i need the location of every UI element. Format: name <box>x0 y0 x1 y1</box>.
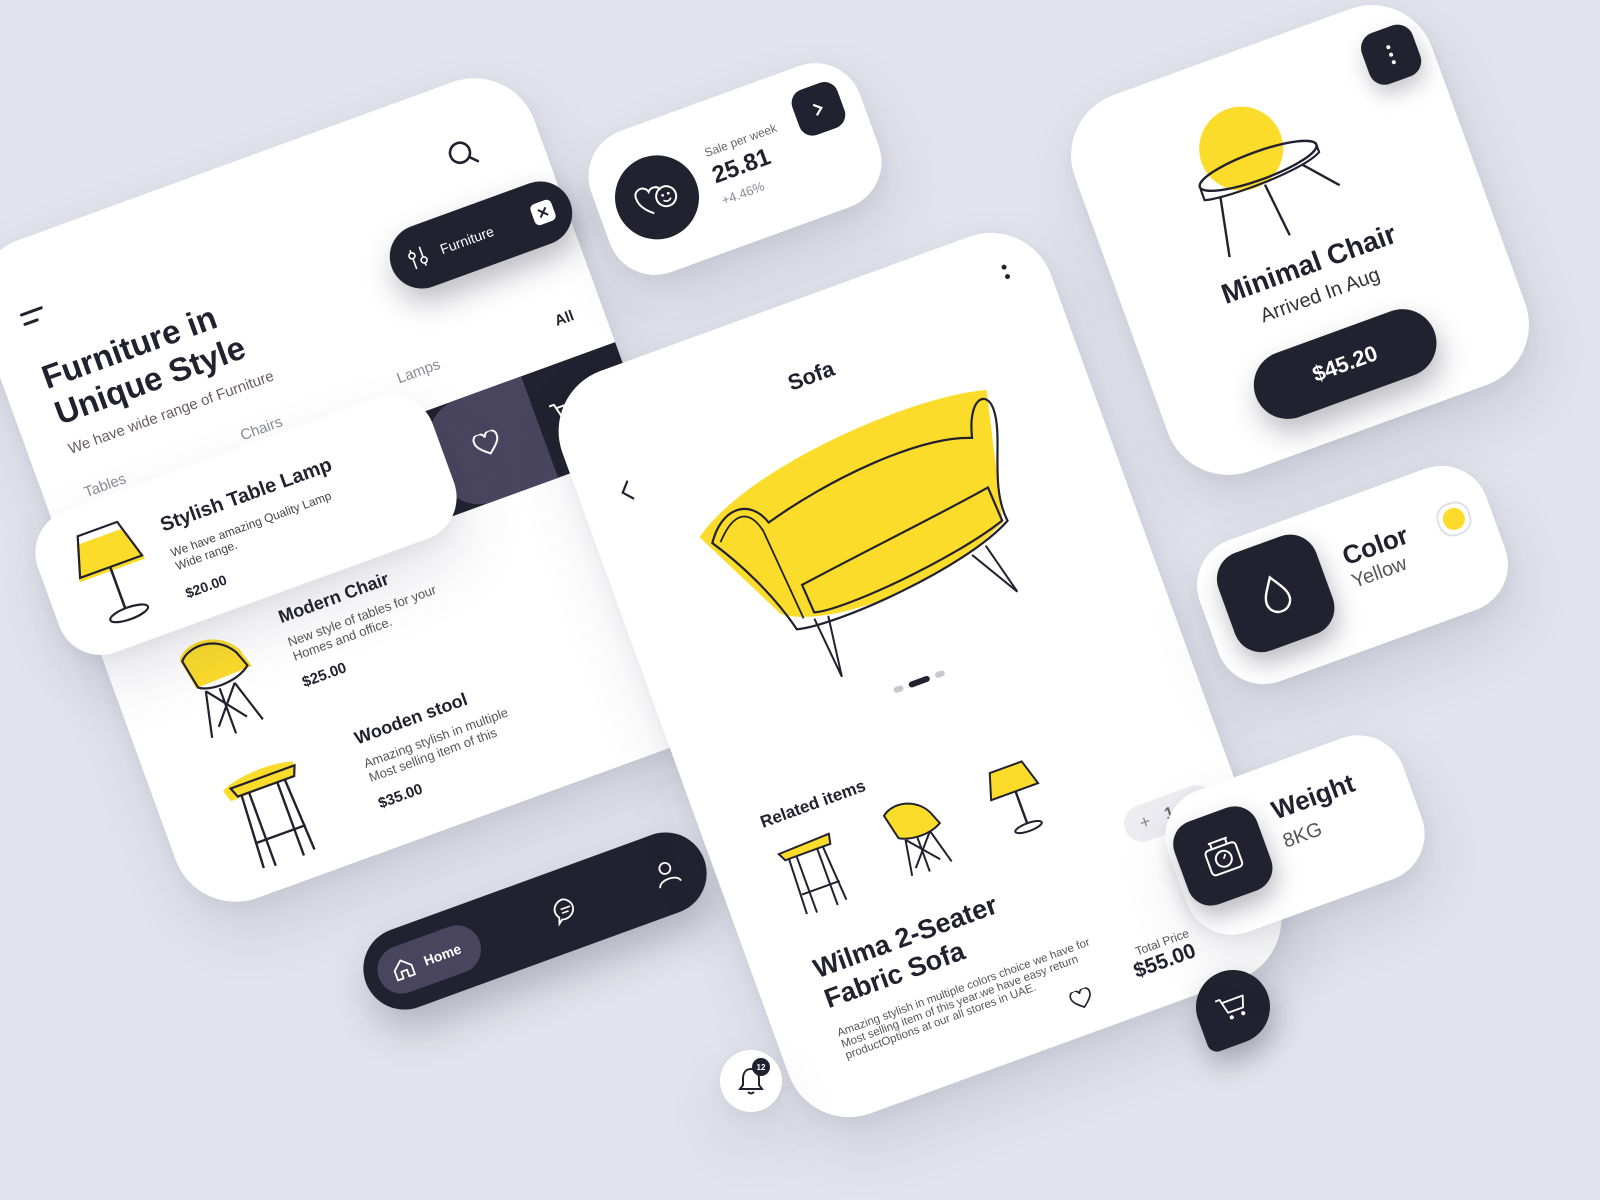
minimal-chair-card: Minimal Chair Arrived In Aug $45.20 <box>1053 0 1547 493</box>
notification-count: 12 <box>756 1062 766 1072</box>
smile-hearts-icon <box>634 185 678 215</box>
favorite-button[interactable] <box>1068 986 1096 1012</box>
back-icon[interactable] <box>616 478 637 505</box>
color-icon-box <box>1209 526 1343 661</box>
related-lamp[interactable] <box>976 751 1060 847</box>
sales-card: Sale per week 25.81 +4.46% <box>574 49 896 289</box>
cart-icon <box>1214 994 1246 1020</box>
scale-icon <box>1204 836 1244 877</box>
color-swatch[interactable] <box>1432 497 1476 541</box>
notification-badge: 12 <box>752 1058 770 1076</box>
tab-all[interactable]: All <box>552 307 576 330</box>
showcase-canvas: Furniture in Unique Style We have wide r… <box>0 0 1600 1200</box>
nav-messages[interactable] <box>548 892 584 928</box>
bottom-nav: Home <box>351 820 719 1022</box>
sofa-image <box>699 390 1019 678</box>
quantity-plus[interactable]: + <box>1137 811 1154 834</box>
chevron-right-icon <box>812 104 823 116</box>
user-icon <box>658 862 682 889</box>
search-icon[interactable] <box>442 133 483 174</box>
nav-home-label: Home <box>421 940 464 969</box>
heart-icon <box>472 429 499 455</box>
nav-home[interactable]: Home <box>370 918 488 1001</box>
drop-icon <box>1264 575 1292 614</box>
chat-icon <box>554 898 575 927</box>
minimal-chair-price: $45.20 <box>1309 340 1381 387</box>
weight-icon-box <box>1166 799 1280 913</box>
nav-profile[interactable] <box>649 855 685 891</box>
sales-avatar <box>603 143 711 252</box>
table-lamp-image <box>76 520 150 624</box>
color-card: Color Yellow <box>1183 452 1522 698</box>
carousel-dots <box>892 669 946 694</box>
wooden-stool-image <box>223 761 316 869</box>
related-stool[interactable] <box>770 823 863 922</box>
notification-button[interactable]: 12 <box>720 1050 782 1112</box>
close-icon[interactable] <box>528 198 558 227</box>
menu-icon[interactable] <box>19 305 53 333</box>
home-icon <box>393 959 416 982</box>
sales-next-button[interactable] <box>787 78 850 140</box>
chair-more-button[interactable] <box>1356 20 1426 90</box>
filter-chip-label: Furniture <box>437 223 496 258</box>
tab-lamps[interactable]: Lamps <box>395 356 443 387</box>
more-icon[interactable] <box>1000 263 1011 280</box>
related-chair[interactable] <box>873 785 966 884</box>
heart-icon <box>1069 986 1091 1009</box>
sliders-icon <box>408 246 428 270</box>
modern-chair-image <box>179 639 264 738</box>
